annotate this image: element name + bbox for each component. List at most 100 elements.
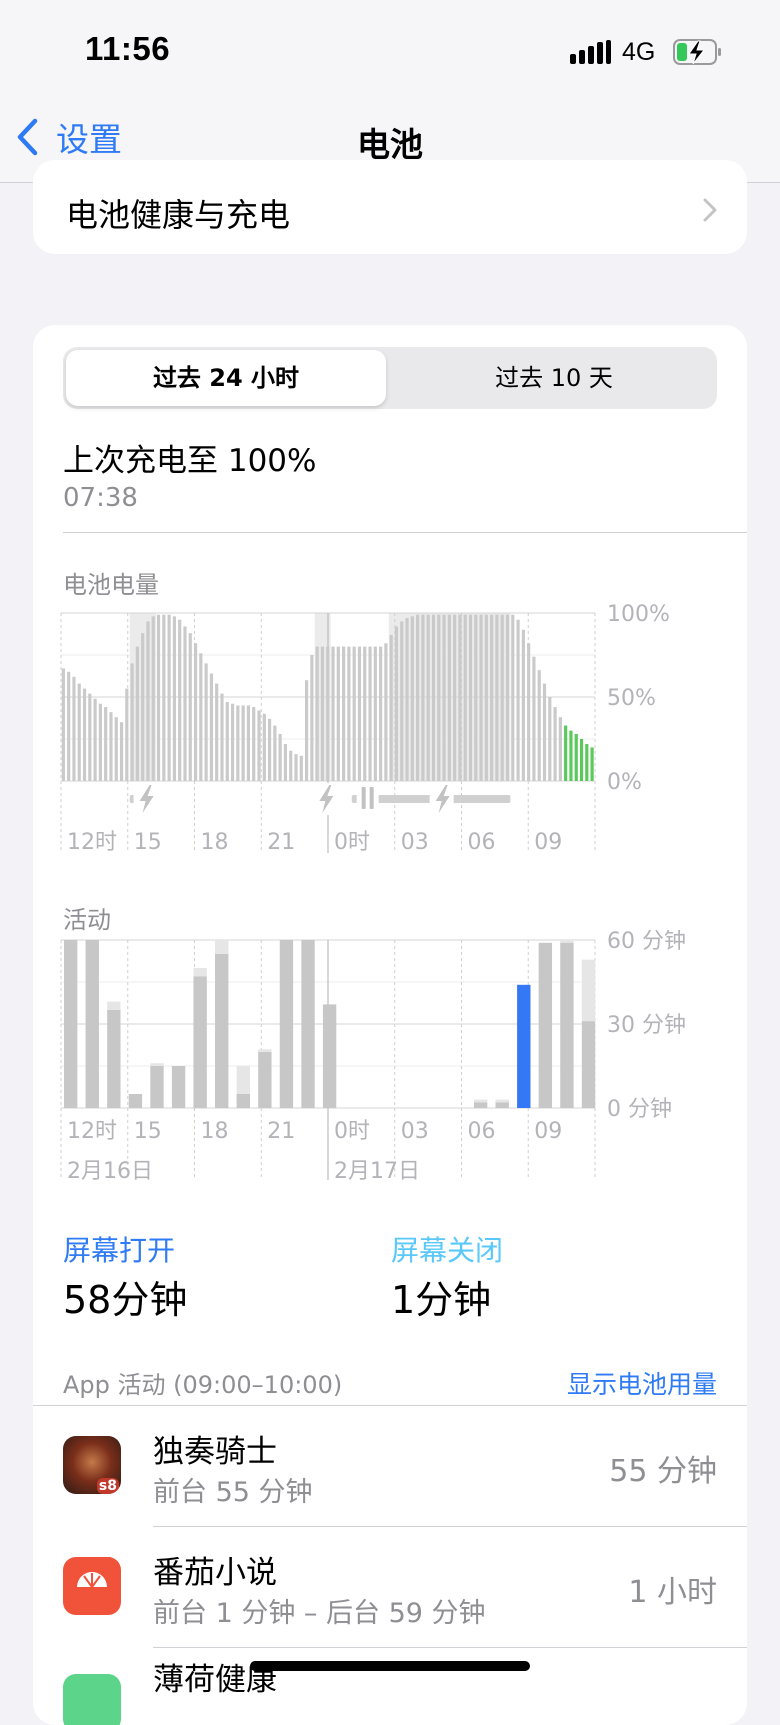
- cellular-signal-icon: [570, 40, 612, 66]
- x-tick-label: 06: [468, 830, 496, 855]
- battery-level-bar: [342, 646, 346, 781]
- battery-level-bar: [262, 713, 266, 781]
- battery-level-bar: [389, 634, 393, 781]
- battery-level-bar: [294, 754, 298, 781]
- battery-level-bar: [564, 725, 568, 781]
- battery-level-bar: [542, 683, 547, 781]
- app-name: 番茄小说: [153, 1555, 277, 1591]
- battery-level-bar: [495, 614, 499, 781]
- battery-level-bar: [77, 683, 81, 781]
- x-tick-label: 21: [267, 1119, 295, 1144]
- battery-level-bar: [585, 744, 589, 781]
- screen-on-bar: [495, 1102, 509, 1108]
- activity-chart: 60 分钟 30 分钟 0 分钟 12时 15 18 21 0时 03 06 09 2月16日 2月17…: [60, 930, 686, 1184]
- battery-level-bar: [500, 614, 504, 781]
- battery-level-bar: [61, 668, 65, 781]
- battery-level-bar: [357, 646, 362, 781]
- battery-level-bar: [146, 621, 150, 781]
- battery-level-bar: [320, 646, 325, 781]
- charging-bolt-icon: [133, 783, 158, 815]
- battery-health-row[interactable]: 电池健康与充电: [33, 160, 747, 254]
- battery-level-bar: [104, 707, 108, 781]
- app-activity-header: App 活动 (09:00–10:00): [63, 1371, 343, 1399]
- battery-level-bar: [93, 698, 97, 781]
- y-tick-label: 30 分钟: [607, 1013, 686, 1038]
- battery-level-bar: [135, 646, 139, 781]
- battery-level-bar: [289, 750, 293, 781]
- screen-off-bar: [107, 1001, 121, 1010]
- battery-level-bar: [437, 614, 441, 781]
- x-tick-label: 12时: [67, 1119, 117, 1144]
- battery-level-bar: [98, 703, 102, 781]
- battery-level-bar: [394, 626, 399, 781]
- x-tick-label: 03: [401, 1119, 429, 1144]
- battery-level-bar: [209, 673, 214, 781]
- battery-level-bar: [220, 693, 224, 781]
- tab-last-10-days[interactable]: 过去 10 天: [394, 350, 714, 406]
- battery-level-bar: [527, 643, 531, 781]
- battery-level-bar: [257, 710, 261, 781]
- battery-level-bar: [532, 656, 536, 781]
- battery-level-bar: [273, 725, 277, 781]
- battery-level-bar: [114, 717, 118, 781]
- battery-level-bar: [156, 614, 161, 781]
- app-detail: 前台 55 分钟: [153, 1477, 313, 1508]
- battery-level-bar: [178, 619, 182, 781]
- screen-on-value: 58分钟: [63, 1278, 188, 1322]
- last-charge-label: 上次充电至 100%: [63, 443, 317, 479]
- battery-level-bar: [315, 646, 319, 781]
- screen-on-bar: [258, 1052, 272, 1108]
- screen-on-bar: [517, 984, 531, 1108]
- battery-level-bar: [336, 646, 340, 781]
- battery-level-bar: [151, 616, 155, 781]
- battery-level-bar: [511, 614, 515, 781]
- screen-on-bar: [85, 940, 99, 1108]
- battery-level-bar: [553, 707, 557, 781]
- battery-level-bar: [416, 614, 420, 781]
- screen-on-bar: [581, 1021, 596, 1108]
- battery-level-bar: [310, 655, 314, 781]
- battery-level-bar: [458, 614, 462, 781]
- show-battery-usage-link[interactable]: 显示电池用量: [567, 1365, 717, 1401]
- battery-level-bar: [299, 755, 303, 781]
- battery-level-bar: [521, 629, 525, 781]
- last-charge-time: 07:38: [63, 483, 138, 513]
- battery-level-bar: [405, 618, 409, 781]
- app-name: 独奏骑士: [153, 1434, 277, 1470]
- x-tick-label: 18: [201, 830, 229, 855]
- screen-on-bar: [215, 954, 229, 1108]
- battery-level-bar: [130, 663, 134, 781]
- screen-off-bar: [193, 968, 207, 977]
- battery-level-bar: [167, 614, 171, 781]
- screen-on-label: 屏幕打开: [63, 1234, 176, 1267]
- battery-level-bar: [537, 670, 541, 781]
- y-tick-label: 50%: [607, 686, 656, 711]
- battery-level-bar: [230, 703, 235, 781]
- x-tick-label: 15: [134, 830, 162, 855]
- x-tick-label: 03: [401, 830, 429, 855]
- battery-level-bar: [379, 646, 383, 781]
- battery-level-bar: [426, 614, 430, 781]
- app-row-tomato-novel[interactable]: 番茄小说 前台 1 分钟 – 后台 59 分钟 1 小时: [33, 1527, 747, 1647]
- x-tick-label: 0时: [334, 1119, 370, 1144]
- battery-level-bar: [363, 646, 367, 781]
- battery-usage-card: 过去 24 小时 过去 10 天 上次充电至 100% 07:38 电池电量 1…: [33, 325, 747, 1725]
- battery-level-bar: [516, 619, 520, 781]
- battery-level-bar: [431, 614, 436, 781]
- battery-level-bar: [331, 646, 335, 781]
- screen-off-bar: [495, 1099, 509, 1103]
- screen-off-bar: [150, 1063, 164, 1066]
- screen-on-bar: [193, 976, 207, 1108]
- tab-last-24-hours[interactable]: 过去 24 小时: [66, 350, 386, 406]
- chevron-right-icon: [703, 198, 717, 222]
- pause-icon: [356, 785, 379, 813]
- battery-level-bar: [141, 633, 145, 781]
- y-tick-label: 60 分钟: [607, 930, 686, 954]
- app-row-mint-health[interactable]: 薄荷健康: [33, 1648, 747, 1725]
- battery-level-bar: [352, 646, 356, 781]
- battery-level-bar: [225, 702, 229, 781]
- x-tick-label: 15: [134, 1119, 162, 1144]
- battery-level-bar: [326, 646, 330, 781]
- app-row-soul-knight[interactable]: s8 独奏骑士 前台 55 分钟 55 分钟: [33, 1406, 747, 1526]
- screen-on-bar: [171, 1066, 186, 1108]
